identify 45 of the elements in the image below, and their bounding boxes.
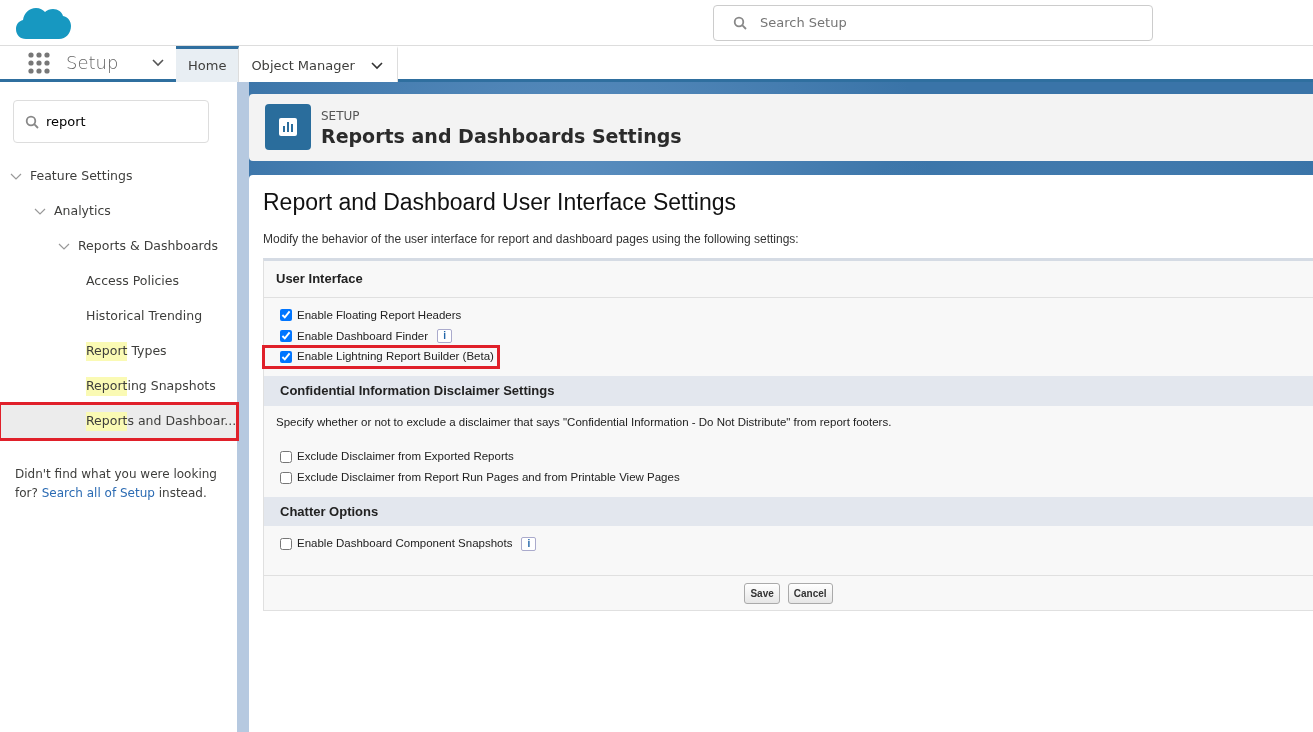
search-all-link[interactable]: Search all of Setup	[41, 486, 155, 501]
checkbox[interactable]	[280, 309, 292, 322]
report-chart-icon	[265, 104, 311, 151]
checkbox[interactable]	[280, 450, 292, 463]
tree-item[interactable]: Reporting Snapshots	[0, 369, 237, 404]
tree-item[interactable]: Analytics	[54, 202, 111, 221]
section-text: Specify whether or not to exclude a disclaimer that says "Confidential Information - Do Not Distribute" from report footers.	[275, 414, 893, 430]
nav-tab[interactable]: Object Manager	[239, 46, 398, 82]
checkbox[interactable]	[280, 330, 292, 343]
not-found-message: Didn't find what you were looking for? Search all of Setup instead.	[14, 466, 218, 503]
content-title: Report and Dashboard User Interface Settings	[263, 188, 738, 217]
checkbox[interactable]	[280, 538, 292, 550]
content-description: Modify the behavior of the user interface for report and dashboard pages using the following settings:	[263, 231, 800, 249]
section-title: User Interface	[264, 261, 1313, 298]
tree-item[interactable]: Historical Trending	[0, 299, 237, 334]
form-button[interactable]: Save	[744, 583, 780, 605]
tree-item[interactable]: Feature Settings	[30, 167, 133, 186]
tree-item[interactable]: Reports and Dashboar...	[0, 404, 237, 439]
search-icon	[25, 114, 39, 129]
info-icon[interactable]: i	[521, 537, 537, 551]
app-launcher-icon[interactable]	[28, 51, 50, 74]
checkbox-label: Exclude Disclaimer from Report Run Pages and from Printable View Pages	[297, 470, 680, 485]
page-eyebrow: SETUP	[321, 107, 361, 125]
search-field[interactable]: report	[13, 100, 209, 143]
checkbox-label: Enable Dashboard Finder	[297, 328, 429, 344]
checkbox-label: Enable Floating Report Headers	[297, 307, 462, 323]
tree-item[interactable]: Report Types	[0, 334, 237, 369]
section-title: Confidential Information Disclaimer Settings	[264, 376, 1313, 406]
chevron-down-icon[interactable]	[370, 61, 383, 70]
search-icon	[733, 15, 747, 30]
checkbox-label: Exclude Disclaimer from Exported Reports	[297, 449, 514, 465]
form-button[interactable]: Cancel	[787, 583, 833, 605]
chevron-down-icon[interactable]	[152, 58, 164, 67]
tree-item[interactable]: Reports & Dashboards	[78, 237, 218, 256]
checkbox[interactable]	[280, 351, 292, 364]
checkbox[interactable]	[280, 471, 292, 484]
app-name: Setup	[66, 51, 119, 75]
checkbox-label: Enable Dashboard Component Snapshots	[297, 536, 513, 552]
nav-tab[interactable]: Home	[176, 46, 240, 82]
page-title: Reports and Dashboards Settings	[321, 124, 682, 148]
checkbox-label: Enable Lightning Report Builder (Beta)	[297, 349, 494, 365]
section-title: Chatter Options	[264, 496, 1313, 527]
info-icon[interactable]: i	[437, 329, 453, 344]
tree-item[interactable]: Access Policies	[0, 264, 237, 299]
search-field[interactable]: Search Setup	[713, 4, 1153, 41]
